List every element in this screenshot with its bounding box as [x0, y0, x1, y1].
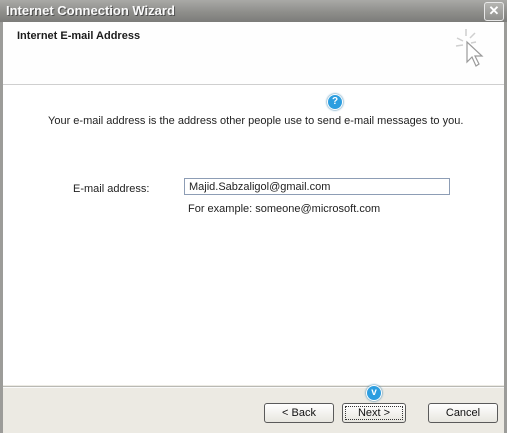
close-button[interactable]: ✕ — [484, 2, 504, 21]
callout-badge-next: v — [366, 385, 382, 401]
wizard-header: Internet E-mail Address — [3, 22, 504, 85]
example-text: For example: someone@microsoft.com — [188, 203, 381, 215]
wizard-cursor-icon — [455, 29, 484, 67]
button-separator — [3, 386, 504, 388]
email-field[interactable] — [184, 178, 450, 195]
wizard-content: Your e-mail address is the address other… — [3, 85, 504, 385]
callout-badge-input: ? — [327, 94, 343, 110]
title-bar: Internet Connection Wizard ✕ — [0, 0, 507, 22]
cancel-button[interactable]: Cancel — [428, 403, 498, 423]
page-title: Internet E-mail Address — [17, 30, 141, 42]
window-title: Internet Connection Wizard — [6, 3, 175, 18]
back-button[interactable]: < Back — [264, 403, 334, 423]
next-button[interactable]: Next > — [342, 403, 406, 423]
email-field-label: E-mail address: — [73, 183, 150, 195]
description-text: Your e-mail address is the address other… — [48, 115, 464, 127]
